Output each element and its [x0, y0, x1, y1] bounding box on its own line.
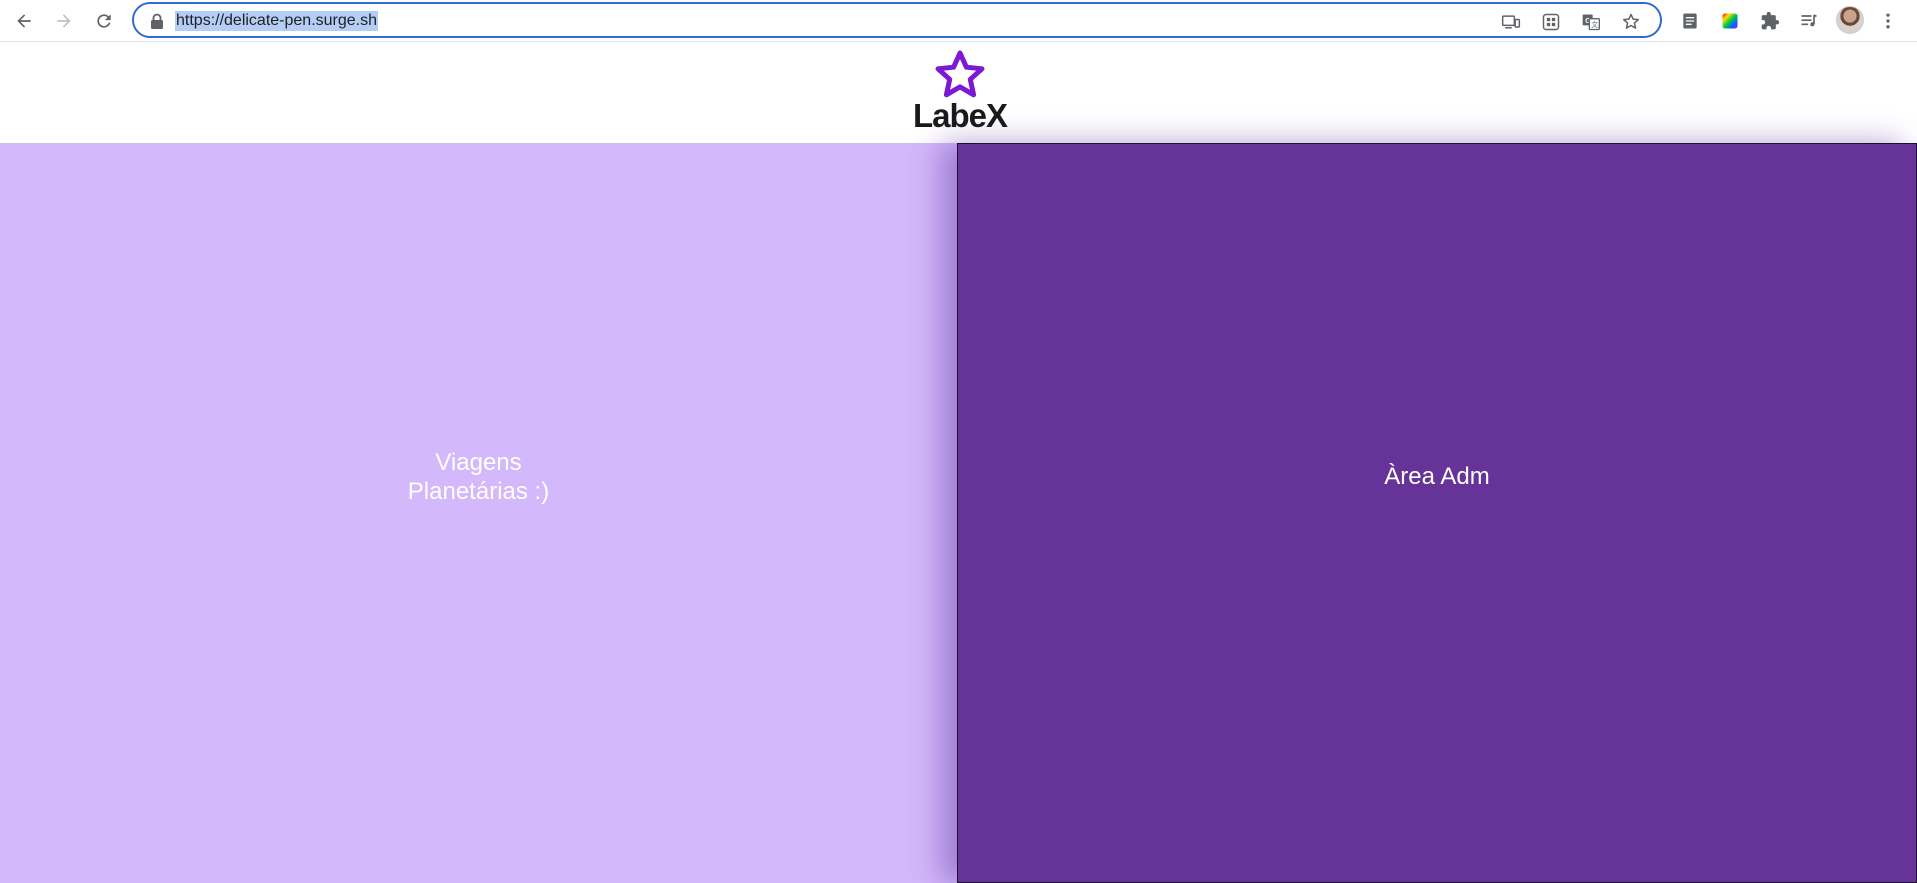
- app-button[interactable]: [1540, 11, 1562, 33]
- playlist-icon: [1801, 14, 1817, 27]
- trips-panel-label: Viagens Planetárias :): [407, 448, 550, 505]
- brand-name: LabeX: [912, 97, 1008, 134]
- color-palette-icon: [1722, 13, 1738, 29]
- arrow-right-icon: [57, 14, 71, 28]
- media-control-button[interactable]: [1797, 9, 1821, 33]
- admin-panel-label: Àrea Adm: [1384, 463, 1490, 490]
- translate-icon: G 文: [1582, 14, 1600, 31]
- browser-toolbar: https://delicate-pen.surge.sh G 文: [0, 0, 1917, 42]
- back-button[interactable]: [10, 7, 38, 35]
- kebab-menu-icon: [1886, 13, 1890, 29]
- trips-panel-button[interactable]: Viagens Planetárias :): [0, 143, 957, 883]
- star-logo-icon: [935, 50, 985, 98]
- address-bar[interactable]: https://delicate-pen.surge.sh G 文: [132, 2, 1662, 38]
- site-header: LabeX: [0, 42, 1917, 143]
- notes-icon: [1683, 13, 1697, 29]
- cast-icon: [1501, 15, 1521, 29]
- lock-icon: [151, 13, 163, 29]
- forward-button[interactable]: [50, 7, 78, 35]
- reload-icon: [97, 14, 111, 28]
- svg-text:文: 文: [1591, 20, 1598, 29]
- profile-avatar[interactable]: [1836, 6, 1864, 34]
- arrow-left-icon: [17, 14, 31, 28]
- url-text[interactable]: https://delicate-pen.surge.sh: [175, 11, 379, 31]
- puzzle-icon: [1761, 11, 1780, 30]
- color-picker-ext[interactable]: [1718, 9, 1742, 33]
- labex-logo[interactable]: LabeX: [906, 50, 1012, 136]
- browser-menu-button[interactable]: [1876, 9, 1900, 33]
- star-icon: [1623, 13, 1639, 29]
- reading-list-ext[interactable]: [1678, 9, 1702, 33]
- reload-button[interactable]: [90, 7, 118, 35]
- translate-button[interactable]: G 文: [1580, 11, 1602, 33]
- extensions-button[interactable]: [1758, 9, 1782, 33]
- admin-panel-button[interactable]: Àrea Adm: [957, 143, 1917, 883]
- app-grid-icon: [1542, 13, 1560, 31]
- bookmark-button[interactable]: [1620, 11, 1642, 33]
- main-content: Viagens Planetárias :) Àrea Adm: [0, 143, 1917, 883]
- cast-button[interactable]: [1500, 11, 1522, 33]
